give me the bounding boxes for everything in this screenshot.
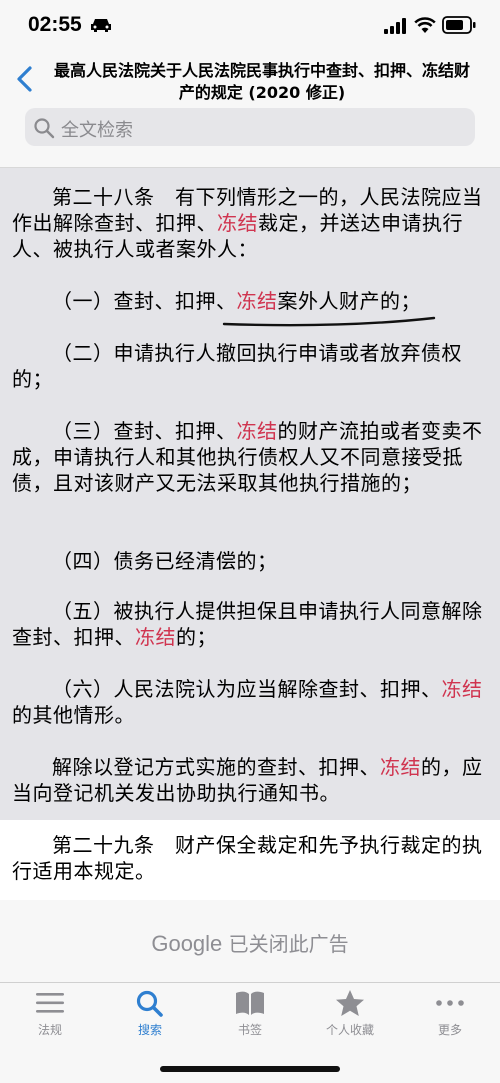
ad-closed-message: Google 已关闭此广告 — [0, 928, 500, 957]
tab-label: 更多 — [437, 1023, 462, 1037]
more-icon — [436, 1000, 464, 1006]
tab-label: 搜索 — [137, 1023, 162, 1037]
keyword-highlight: 冻结 — [441, 677, 483, 701]
article-content: 第二十八条 有下列情形之一的，人民法院应当作出解除查封、扣押、冻结裁定，并送达申… — [0, 168, 500, 820]
car-icon — [91, 19, 111, 32]
star-icon — [336, 990, 364, 1016]
text-segment: （二）申请执行人撤回执行申请或者放弃债权的； — [12, 341, 462, 391]
text-segment: 案外人财产的； — [277, 289, 421, 313]
page-title: 最高人民法院关于人民法院民事执行中查封、扣押、冻结财产的规定 (2020 修正) — [53, 61, 470, 102]
article-item-3: （三）查封、扣押、冻结的财产流拍或者变卖不成，申请执行人和其他执行债权人又不同意… — [12, 418, 490, 496]
wifi-icon — [414, 17, 436, 33]
ad-closed-text: 已关闭此广告 — [228, 932, 349, 956]
text-segment: （一）查封、扣押、 — [52, 289, 237, 313]
tab-label: 个人收藏 — [325, 1023, 374, 1037]
text-segment: （四）债务已经清偿的； — [52, 549, 278, 573]
text-segment: 的； — [176, 625, 217, 649]
tab-laws[interactable]: 法规 — [0, 989, 100, 1049]
status-time: 02:55 — [28, 13, 82, 36]
article-item-6: （六）人民法院认为应当解除查封、扣押、冻结的其他情形。 — [12, 676, 490, 728]
article-item-2: （二）申请执行人撤回执行申请或者放弃债权的； — [12, 340, 490, 392]
back-button[interactable] — [10, 64, 40, 94]
keyword-highlight: 冻结 — [236, 289, 278, 313]
article-item-5: （五）被执行人提供担保且申请执行人同意解除查封、扣押、冻结的； — [12, 598, 490, 650]
handwritten-underline — [222, 316, 436, 327]
search-placeholder: 全文检索 — [61, 120, 133, 141]
text-segment: 的其他情形。 — [12, 703, 135, 727]
text-segment: （五）被执行人提供担保且申请执行人同意解除查封、扣押、 — [12, 599, 483, 649]
status-bar: 02:55 — [0, 0, 500, 52]
tab-bookmarks[interactable]: 书签 — [200, 989, 300, 1049]
tab-more[interactable]: 更多 — [400, 989, 500, 1049]
keyword-highlight: 冻结 — [135, 625, 176, 649]
tab-label: 法规 — [37, 1023, 62, 1037]
keyword-highlight: 冻结 — [236, 419, 278, 443]
list-icon — [36, 993, 64, 1013]
battery-icon — [442, 16, 476, 34]
search-icon — [34, 118, 55, 139]
book-icon — [236, 991, 264, 1015]
article-item-1: （一）查封、扣押、冻结案外人财产的； — [12, 288, 490, 314]
search-input[interactable]: 全文检索 — [25, 108, 475, 146]
article-29-text: 第二十九条 财产保全裁定和先予执行裁定的执行适用本规定。 — [12, 833, 483, 883]
tab-search[interactable]: 搜索 — [100, 989, 200, 1049]
search-icon — [136, 990, 163, 1017]
article-item-4: （四）债务已经清偿的； — [12, 548, 490, 574]
keyword-highlight: 冻结 — [217, 211, 258, 235]
text-segment: 解除以登记方式实施的查封、扣押、 — [52, 755, 380, 779]
tab-favorites[interactable]: 个人收藏 — [300, 989, 400, 1049]
google-logo: Google — [151, 931, 223, 956]
text-segment: （六）人民法院认为应当解除查封、扣押、 — [52, 677, 442, 701]
ad-banner: Google 已关闭此广告 — [0, 900, 500, 982]
tab-label: 书签 — [237, 1023, 262, 1037]
text-segment: （三）查封、扣押、 — [52, 419, 237, 443]
article-28-intro: 第二十八条 有下列情形之一的，人民法院应当作出解除查封、扣押、冻结裁定，并送达申… — [12, 184, 490, 262]
home-indicator — [160, 1066, 340, 1072]
nav-header: 最高人民法院关于人民法院民事执行中查封、扣押、冻结财产的规定 (2020 修正)… — [0, 52, 500, 168]
article-closing: 解除以登记方式实施的查封、扣押、冻结的，应当向登记机关发出协助执行通知书。 — [12, 754, 490, 806]
article-29: 第二十九条 财产保全裁定和先予执行裁定的执行适用本规定。 — [0, 820, 500, 900]
keyword-highlight: 冻结 — [380, 755, 421, 779]
signal-icon — [384, 18, 406, 34]
